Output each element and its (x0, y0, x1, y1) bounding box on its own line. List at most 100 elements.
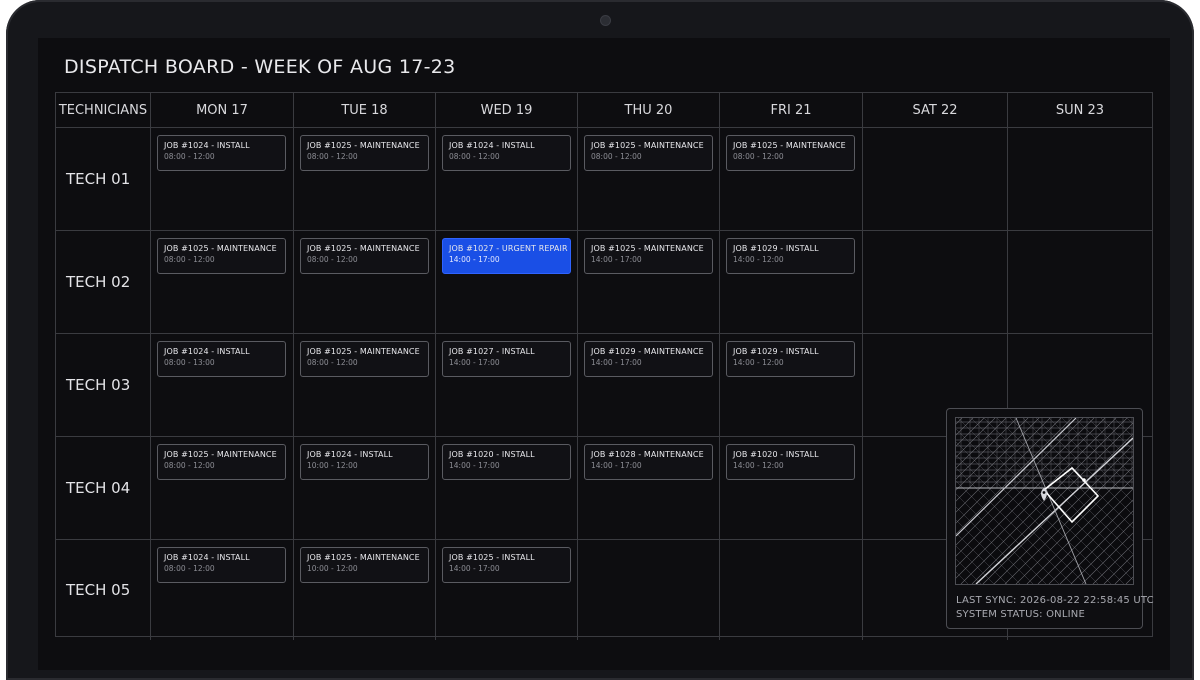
technician-label: TECH 01 (56, 128, 151, 231)
job-time: 08:00 - 13:00 (164, 358, 215, 367)
day-header: WED 19 (436, 93, 578, 128)
job-card[interactable]: JOB #1025 - MAINTENANCE 08:00 - 12:00 (726, 135, 855, 171)
schedule-cell[interactable]: JOB #1027 - INSTALL 14:00 - 17:00 (436, 334, 578, 437)
job-card[interactable]: JOB #1025 - MAINTENANCE 08:00 - 12:00 (157, 238, 286, 274)
schedule-cell[interactable]: JOB #1025 - MAINTENANCE 08:00 - 12:00 (151, 231, 294, 334)
job-card[interactable]: JOB #1028 - MAINTENANCE 14:00 - 17:00 (584, 444, 713, 480)
schedule-cell[interactable]: JOB #1025 - MAINTENANCE 08:00 - 12:00 (151, 437, 294, 540)
job-card[interactable]: JOB #1029 - INSTALL 14:00 - 12:00 (726, 238, 855, 274)
technician-label: TECH 03 (56, 334, 151, 437)
job-card[interactable]: JOB #1025 - MAINTENANCE 08:00 - 12:00 (157, 444, 286, 480)
schedule-cell[interactable]: JOB #1029 - INSTALL 14:00 - 12:00 (720, 231, 863, 334)
day-header: TUE 18 (294, 93, 436, 128)
schedule-cell[interactable]: JOB #1024 - INSTALL 08:00 - 13:00 (151, 334, 294, 437)
job-time: 08:00 - 12:00 (307, 358, 358, 367)
job-time: 08:00 - 12:00 (164, 461, 215, 470)
schedule-cell[interactable]: JOB #1024 - INSTALL 08:00 - 12:00 (151, 128, 294, 231)
map-street (956, 506, 1034, 584)
technician-label: TECH 02 (56, 231, 151, 334)
job-title: JOB #1024 - INSTALL (164, 347, 250, 356)
schedule-cell[interactable] (1008, 231, 1152, 334)
technicians-header: TECHNICIANS (56, 93, 151, 128)
day-header: SAT 22 (863, 93, 1008, 128)
job-title: JOB #1025 - MAINTENANCE (733, 141, 846, 150)
job-time: 14:00 - 12:00 (733, 255, 784, 264)
job-title: JOB #1025 - MAINTENANCE (164, 450, 277, 459)
map-street (1113, 418, 1133, 438)
job-title: JOB #1024 - INSTALL (164, 141, 250, 150)
map-street (1061, 418, 1133, 490)
schedule-cell[interactable]: JOB #1025 - MAINTENANCE 10:00 - 12:00 (294, 540, 436, 640)
schedule-cell[interactable]: JOB #1024 - INSTALL 08:00 - 12:00 (436, 128, 578, 231)
job-title: JOB #1025 - MAINTENANCE (307, 553, 420, 562)
job-time: 08:00 - 12:00 (307, 152, 358, 161)
job-card[interactable]: JOB #1024 - INSTALL 10:00 - 12:00 (300, 444, 429, 480)
schedule-cell[interactable] (578, 540, 720, 640)
job-card[interactable]: JOB #1025 - MAINTENANCE 08:00 - 12:00 (300, 135, 429, 171)
schedule-cell[interactable]: JOB #1025 - MAINTENANCE 08:00 - 12:00 (578, 128, 720, 231)
map-street (956, 418, 1007, 469)
schedule-cell[interactable]: JOB #1025 - MAINTENANCE 08:00 - 12:00 (720, 128, 863, 231)
schedule-cell[interactable]: JOB #1028 - MAINTENANCE 14:00 - 17:00 (578, 437, 720, 540)
job-time: 14:00 - 17:00 (591, 255, 642, 264)
job-title: JOB #1025 - MAINTENANCE (307, 141, 420, 150)
job-card[interactable]: JOB #1025 - MAINTENANCE 10:00 - 12:00 (300, 547, 429, 583)
job-title: JOB #1027 - INSTALL (449, 347, 535, 356)
schedule-cell[interactable]: JOB #1025 - MAINTENANCE 14:00 - 17:00 (578, 231, 720, 334)
job-title: JOB #1020 - INSTALL (449, 450, 535, 459)
schedule-cell[interactable]: JOB #1025 - MAINTENANCE 08:00 - 12:00 (294, 231, 436, 334)
screen: DISPATCH BOARD - WEEK OF AUG 17-23 TECHN… (38, 38, 1170, 670)
schedule-cell[interactable] (720, 540, 863, 640)
job-time: 14:00 - 12:00 (733, 461, 784, 470)
job-title: JOB #1025 - INSTALL (449, 553, 535, 562)
job-title: JOB #1025 - MAINTENANCE (591, 244, 704, 253)
job-card[interactable]: JOB #1029 - INSTALL 14:00 - 12:00 (726, 341, 855, 377)
job-time: 14:00 - 17:00 (449, 461, 500, 470)
job-card[interactable]: JOB #1024 - INSTALL 08:00 - 12:00 (157, 135, 286, 171)
job-card[interactable]: JOB #1024 - INSTALL 08:00 - 13:00 (157, 341, 286, 377)
job-title: JOB #1029 - MAINTENANCE (591, 347, 704, 356)
job-card[interactable]: JOB #1024 - INSTALL 08:00 - 12:00 (442, 135, 571, 171)
job-time: 08:00 - 12:00 (591, 152, 642, 161)
job-time: 14:00 - 17:00 (449, 564, 500, 573)
job-card[interactable]: JOB #1027 - INSTALL 14:00 - 17:00 (442, 341, 571, 377)
job-time: 14:00 - 17:00 (449, 358, 500, 367)
schedule-cell[interactable] (1008, 128, 1152, 231)
schedule-cell[interactable]: JOB #1029 - MAINTENANCE 14:00 - 17:00 (578, 334, 720, 437)
job-title: JOB #1025 - MAINTENANCE (307, 244, 420, 253)
schedule-cell[interactable]: JOB #1025 - INSTALL 14:00 - 17:00 (436, 540, 578, 640)
schedule-cell[interactable]: JOB #1020 - INSTALL 14:00 - 17:00 (436, 437, 578, 540)
job-card[interactable]: JOB #1025 - MAINTENANCE 08:00 - 12:00 (584, 135, 713, 171)
schedule-cell[interactable]: JOB #1024 - INSTALL 10:00 - 12:00 (294, 437, 436, 540)
schedule-cell[interactable]: JOB #1025 - MAINTENANCE 08:00 - 12:00 (294, 334, 436, 437)
job-card[interactable]: JOB #1025 - MAINTENANCE 08:00 - 12:00 (300, 341, 429, 377)
map-street (975, 437, 1133, 584)
schedule-cell[interactable]: JOB #1020 - INSTALL 14:00 - 12:00 (720, 437, 863, 540)
day-header: THU 20 (578, 93, 720, 128)
job-time: 08:00 - 12:00 (307, 255, 358, 264)
schedule-cell[interactable] (863, 231, 1008, 334)
job-card[interactable]: JOB #1025 - MAINTENANCE 08:00 - 12:00 (300, 238, 429, 274)
job-card[interactable]: JOB #1020 - INSTALL 14:00 - 17:00 (442, 444, 571, 480)
camera-dot (601, 16, 610, 25)
map-street (1059, 510, 1133, 584)
job-card[interactable]: JOB #1025 - MAINTENANCE 14:00 - 17:00 (584, 238, 713, 274)
laptop-frame: DISPATCH BOARD - WEEK OF AUG 17-23 TECHN… (6, 0, 1194, 680)
street-map-drawing (956, 418, 1133, 584)
job-card[interactable]: JOB #1024 - INSTALL 08:00 - 12:00 (157, 547, 286, 583)
schedule-cell[interactable]: JOB #1029 - INSTALL 14:00 - 12:00 (720, 334, 863, 437)
job-card[interactable]: JOB #1025 - INSTALL 14:00 - 17:00 (442, 547, 571, 583)
job-card[interactable]: JOB #1020 - INSTALL 14:00 - 12:00 (726, 444, 855, 480)
schedule-cell[interactable]: JOB #1025 - MAINTENANCE 08:00 - 12:00 (294, 128, 436, 231)
urgent-job-card[interactable]: JOB #1027 - URGENT REPAIR 14:00 - 17:00 (442, 238, 571, 274)
day-header: FRI 21 (720, 93, 863, 128)
map-street (956, 480, 1060, 584)
schedule-cell[interactable]: JOB #1027 - URGENT REPAIR 14:00 - 17:00 (436, 231, 578, 334)
system-status-text: SYSTEM STATUS: ONLINE (956, 609, 1085, 620)
street-map[interactable] (955, 417, 1134, 585)
job-time: 14:00 - 17:00 (591, 461, 642, 470)
map-street (956, 571, 969, 584)
job-card[interactable]: JOB #1029 - MAINTENANCE 14:00 - 17:00 (584, 341, 713, 377)
schedule-cell[interactable]: JOB #1024 - INSTALL 08:00 - 12:00 (151, 540, 294, 640)
schedule-cell[interactable] (863, 128, 1008, 231)
